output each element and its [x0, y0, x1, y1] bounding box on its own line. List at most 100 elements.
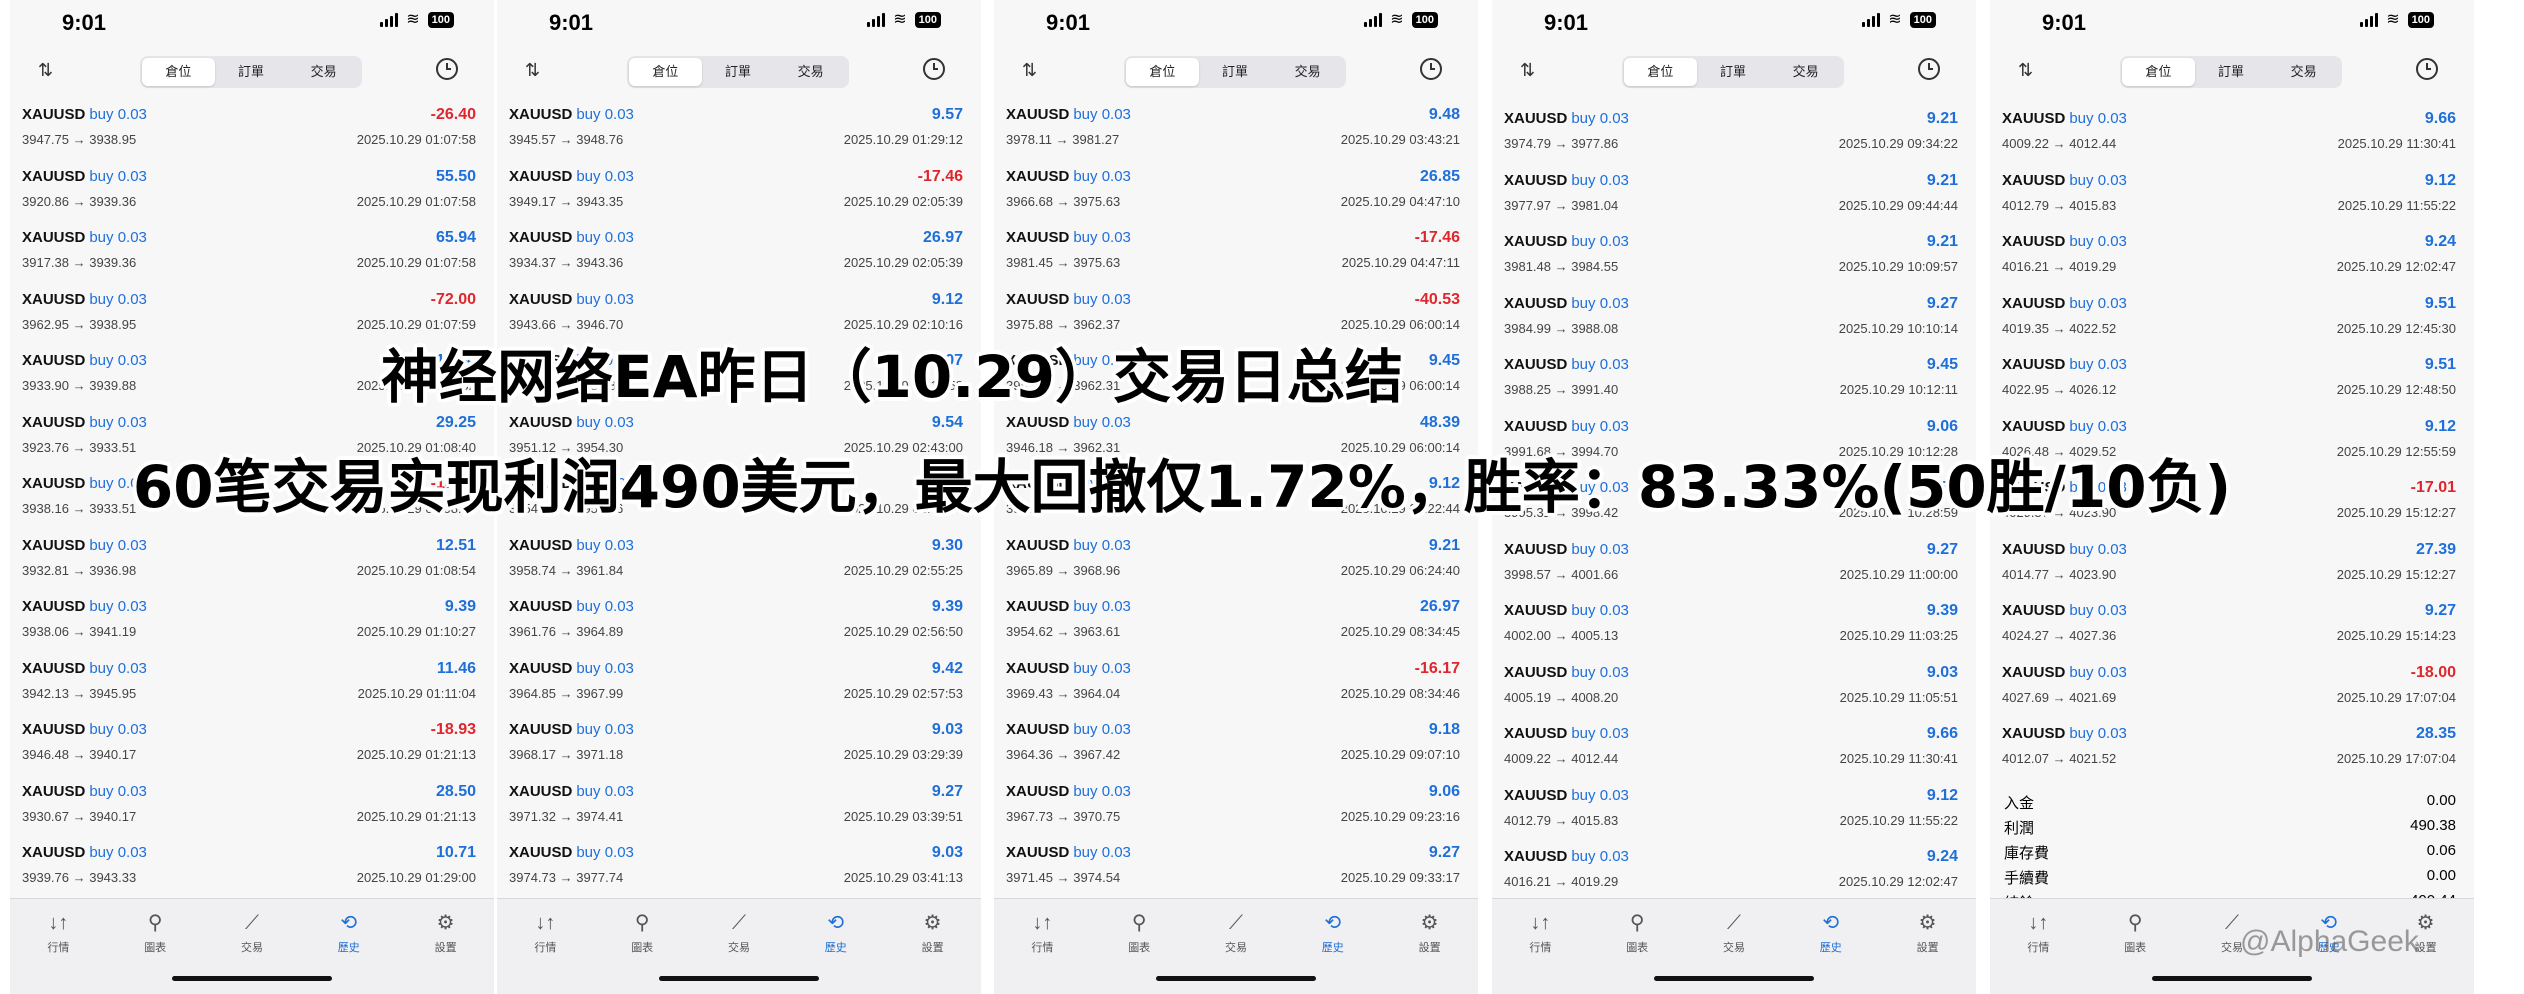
segment-1[interactable]: 訂單: [1199, 58, 1272, 86]
sort-icon[interactable]: ⇅: [2018, 60, 2033, 81]
clock-icon[interactable]: [1918, 58, 1940, 80]
trade-row[interactable]: XAUUSD buy 0.03 9.24 4016.21 → 4019.29 2025.…: [1990, 227, 2474, 289]
trade-row[interactable]: XAUUSD buy 0.03 -18.00 4027.69 → 4021.69 202…: [1990, 658, 2474, 720]
trade-row[interactable]: XAUUSD buy 0.03 -26.40 3947.75 → 3938.95 202…: [10, 100, 494, 162]
segment-2[interactable]: 交易: [1769, 58, 1842, 86]
segment-0[interactable]: 倉位: [142, 58, 215, 86]
trade-row[interactable]: XAUUSD buy 0.03 10.71 3939.76 → 3943.33 2025…: [10, 838, 494, 900]
trade-symbol: XAUUSD buy 0.03: [22, 844, 147, 861]
tab-item[interactable]: ⚙ 設置: [397, 899, 494, 994]
segment-2[interactable]: 交易: [774, 58, 847, 86]
clock-icon[interactable]: [2416, 58, 2438, 80]
segment-2[interactable]: 交易: [1271, 58, 1344, 86]
trade-row[interactable]: XAUUSD buy 0.03 9.66 4009.22 → 4012.44 2025.…: [1492, 719, 1976, 781]
segment-1[interactable]: 訂單: [2195, 58, 2268, 86]
trade-symbol: XAUUSD buy 0.03: [1504, 725, 1629, 742]
trade-row[interactable]: XAUUSD buy 0.03 9.57 3945.57 → 3948.76 2025.…: [497, 100, 981, 162]
trade-row[interactable]: XAUUSD buy 0.03 9.39 3938.06 → 3941.19 2025.…: [10, 592, 494, 654]
status-time: 9:01: [549, 10, 594, 35]
trade-row[interactable]: XAUUSD buy 0.03 26.97 3954.62 → 3963.61 2025…: [994, 592, 1478, 654]
trade-row[interactable]: XAUUSD buy 0.03 28.50 3930.67 → 3940.17 2025…: [10, 777, 494, 839]
trade-row[interactable]: XAUUSD buy 0.03 9.39 3961.76 → 3964.89 2025.…: [497, 592, 981, 654]
segment-1[interactable]: 訂單: [215, 58, 288, 86]
sort-icon[interactable]: ⇅: [1520, 60, 1535, 81]
clock-icon[interactable]: [1420, 58, 1442, 80]
tab-item[interactable]: ⚙ 設置: [884, 899, 981, 994]
trade-date: 2025.10.29 11:05:51: [1839, 689, 1958, 705]
segment-2[interactable]: 交易: [2267, 58, 2340, 86]
trade-row[interactable]: XAUUSD buy 0.03 9.21 3965.89 → 3968.96 2025.…: [994, 531, 1478, 593]
trade-row[interactable]: XAUUSD buy 0.03 9.48 3978.11 → 3981.27 2025.…: [994, 100, 1478, 162]
trade-row[interactable]: XAUUSD buy 0.03 9.39 4002.00 → 4005.13 2025.…: [1492, 596, 1976, 658]
segment-0[interactable]: 倉位: [1624, 58, 1697, 86]
tab-item[interactable]: ↓↑ 行情: [994, 899, 1091, 994]
trade-side: buy 0.03: [1073, 536, 1131, 554]
trade-profit: 9.54: [931, 413, 963, 431]
trade-row[interactable]: XAUUSD buy 0.03 9.12 4012.79 → 4015.83 2025.…: [1990, 166, 2474, 228]
sort-icon[interactable]: ⇅: [38, 60, 53, 81]
tab-item[interactable]: ↓↑ 行情: [10, 899, 107, 994]
trade-side: buy 0.03: [1571, 110, 1629, 127]
trade-symbol: XAUUSD buy 0.03: [1504, 848, 1629, 865]
trade-row[interactable]: XAUUSD buy 0.03 9.06 3967.73 → 3970.75 2025.…: [994, 777, 1478, 839]
trade-row[interactable]: XAUUSD buy 0.03 9.27 3971.45 → 3974.54 2025.…: [994, 838, 1478, 900]
trade-row[interactable]: XAUUSD buy 0.03 9.42 3964.85 → 3967.99 2025.…: [497, 654, 981, 716]
segment-0[interactable]: 倉位: [1126, 58, 1199, 86]
trade-row[interactable]: XAUUSD buy 0.03 9.03 4005.19 → 4008.20 2025.…: [1492, 658, 1976, 720]
trade-row[interactable]: XAUUSD buy 0.03 9.03 3974.73 → 3977.74 2025.…: [497, 838, 981, 900]
trade-row[interactable]: XAUUSD buy 0.03 9.21 3981.48 → 3984.55 2025.…: [1492, 227, 1976, 289]
trade-row[interactable]: XAUUSD buy 0.03 9.27 4024.27 → 4027.36 2025.…: [1990, 596, 2474, 658]
segment-1[interactable]: 訂單: [1697, 58, 1770, 86]
trade-row[interactable]: XAUUSD buy 0.03 55.50 3920.86 → 3939.36 2025…: [10, 162, 494, 224]
trade-date: 2025.10.29 03:41:13: [843, 870, 963, 885]
tab-item[interactable]: ↓↑ 行情: [497, 899, 594, 994]
trade-row[interactable]: XAUUSD buy 0.03 9.18 3964.36 → 3967.42 2025.…: [994, 715, 1478, 777]
trade-row[interactable]: XAUUSD buy 0.03 -16.17 3969.43 → 3964.04 202…: [994, 654, 1478, 716]
trade-row[interactable]: XAUUSD buy 0.03 9.27 3971.32 → 3974.41 2025.…: [497, 777, 981, 839]
trade-side: buy 0.03: [1073, 229, 1131, 246]
segment-2[interactable]: 交易: [287, 58, 360, 86]
trade-side: buy 0.03: [89, 290, 147, 308]
trade-side: buy 0.03: [2069, 233, 2127, 250]
trade-side: buy 0.03: [576, 782, 634, 800]
trade-row[interactable]: XAUUSD buy 0.03 11.46 3942.13 → 3945.95 2025…: [10, 654, 494, 716]
tab-item[interactable]: ⚙ 設置: [1381, 899, 1478, 994]
status-icons: ≋ 100: [1364, 12, 1438, 28]
trade-row[interactable]: XAUUSD buy 0.03 65.94 3917.38 → 3939.36 2025…: [10, 223, 494, 285]
trade-row[interactable]: XAUUSD buy 0.03 -18.93 3946.48 → 3940.17 202…: [10, 715, 494, 777]
trade-row[interactable]: XAUUSD buy 0.03 27.39 4014.77 → 4023.90 2025…: [1990, 535, 2474, 597]
tab-item[interactable]: ↓↑ 行情: [1492, 899, 1589, 994]
trade-row[interactable]: XAUUSD buy 0.03 9.21 3977.97 → 3981.04 2025.…: [1492, 166, 1976, 228]
clock-icon[interactable]: [436, 58, 458, 80]
segment-0[interactable]: 倉位: [2122, 58, 2195, 86]
tab-item[interactable]: ⚙ 設置: [1879, 899, 1976, 994]
trade-row[interactable]: XAUUSD buy 0.03 -17.46 3981.45 → 3975.63 202…: [994, 223, 1478, 285]
clock-icon[interactable]: [923, 58, 945, 80]
trade-prices: 4012.07 → 4021.52: [2002, 751, 2117, 766]
tab-item[interactable]: ↓↑ 行情: [1990, 899, 2087, 994]
trade-row[interactable]: XAUUSD buy 0.03 9.24 4016.21 → 4019.29 2025.…: [1492, 842, 1976, 904]
trade-row[interactable]: XAUUSD buy 0.03 12.51 3932.81 → 3936.98 2025…: [10, 531, 494, 593]
trade-row[interactable]: XAUUSD buy 0.03 26.85 3966.68 → 3975.63 2025…: [994, 162, 1478, 224]
trade-row[interactable]: XAUUSD buy 0.03 26.97 3934.37 → 3943.36 2025…: [497, 223, 981, 285]
segment-0[interactable]: 倉位: [629, 58, 702, 86]
trade-row[interactable]: XAUUSD buy 0.03 -17.46 3949.17 → 3943.35 202…: [497, 162, 981, 224]
tab-label: 圖表: [1626, 942, 1649, 954]
segment-1[interactable]: 訂單: [702, 58, 775, 86]
trade-row[interactable]: XAUUSD buy 0.03 9.27 3998.57 → 4001.66 2025.…: [1492, 535, 1976, 597]
sort-icon[interactable]: ⇅: [525, 60, 540, 81]
trade-side: buy 0.03: [2069, 540, 2127, 558]
trade-date: 2025.10.29 04:47:11: [1341, 255, 1460, 270]
trade-row[interactable]: XAUUSD buy 0.03 9.66 4009.22 → 4012.44 2025.…: [1990, 104, 2474, 166]
trade-row[interactable]: XAUUSD buy 0.03 9.03 3968.17 → 3971.18 2025.…: [497, 715, 981, 777]
trade-row[interactable]: XAUUSD buy 0.03 9.30 3958.74 → 3961.84 2025.…: [497, 531, 981, 593]
tab-label: 設置: [434, 942, 457, 954]
trade-row[interactable]: XAUUSD buy 0.03 9.12 4012.79 → 4015.83 2025.…: [1492, 781, 1976, 843]
summary-row: 手續費 0.00: [1990, 864, 2474, 889]
trade-row[interactable]: XAUUSD buy 0.03 28.35 4012.07 → 4021.52 2025…: [1990, 719, 2474, 781]
sort-icon[interactable]: ⇅: [1022, 60, 1037, 81]
trade-date: 2025.10.29 04:47:10: [1340, 193, 1460, 209]
trade-row[interactable]: XAUUSD buy 0.03 9.21 3974.79 → 3977.86 2025.…: [1492, 104, 1976, 166]
trade-date: 2025.10.29 11:55:22: [1839, 812, 1958, 828]
tab-icon: ↓↑: [1032, 912, 1053, 934]
